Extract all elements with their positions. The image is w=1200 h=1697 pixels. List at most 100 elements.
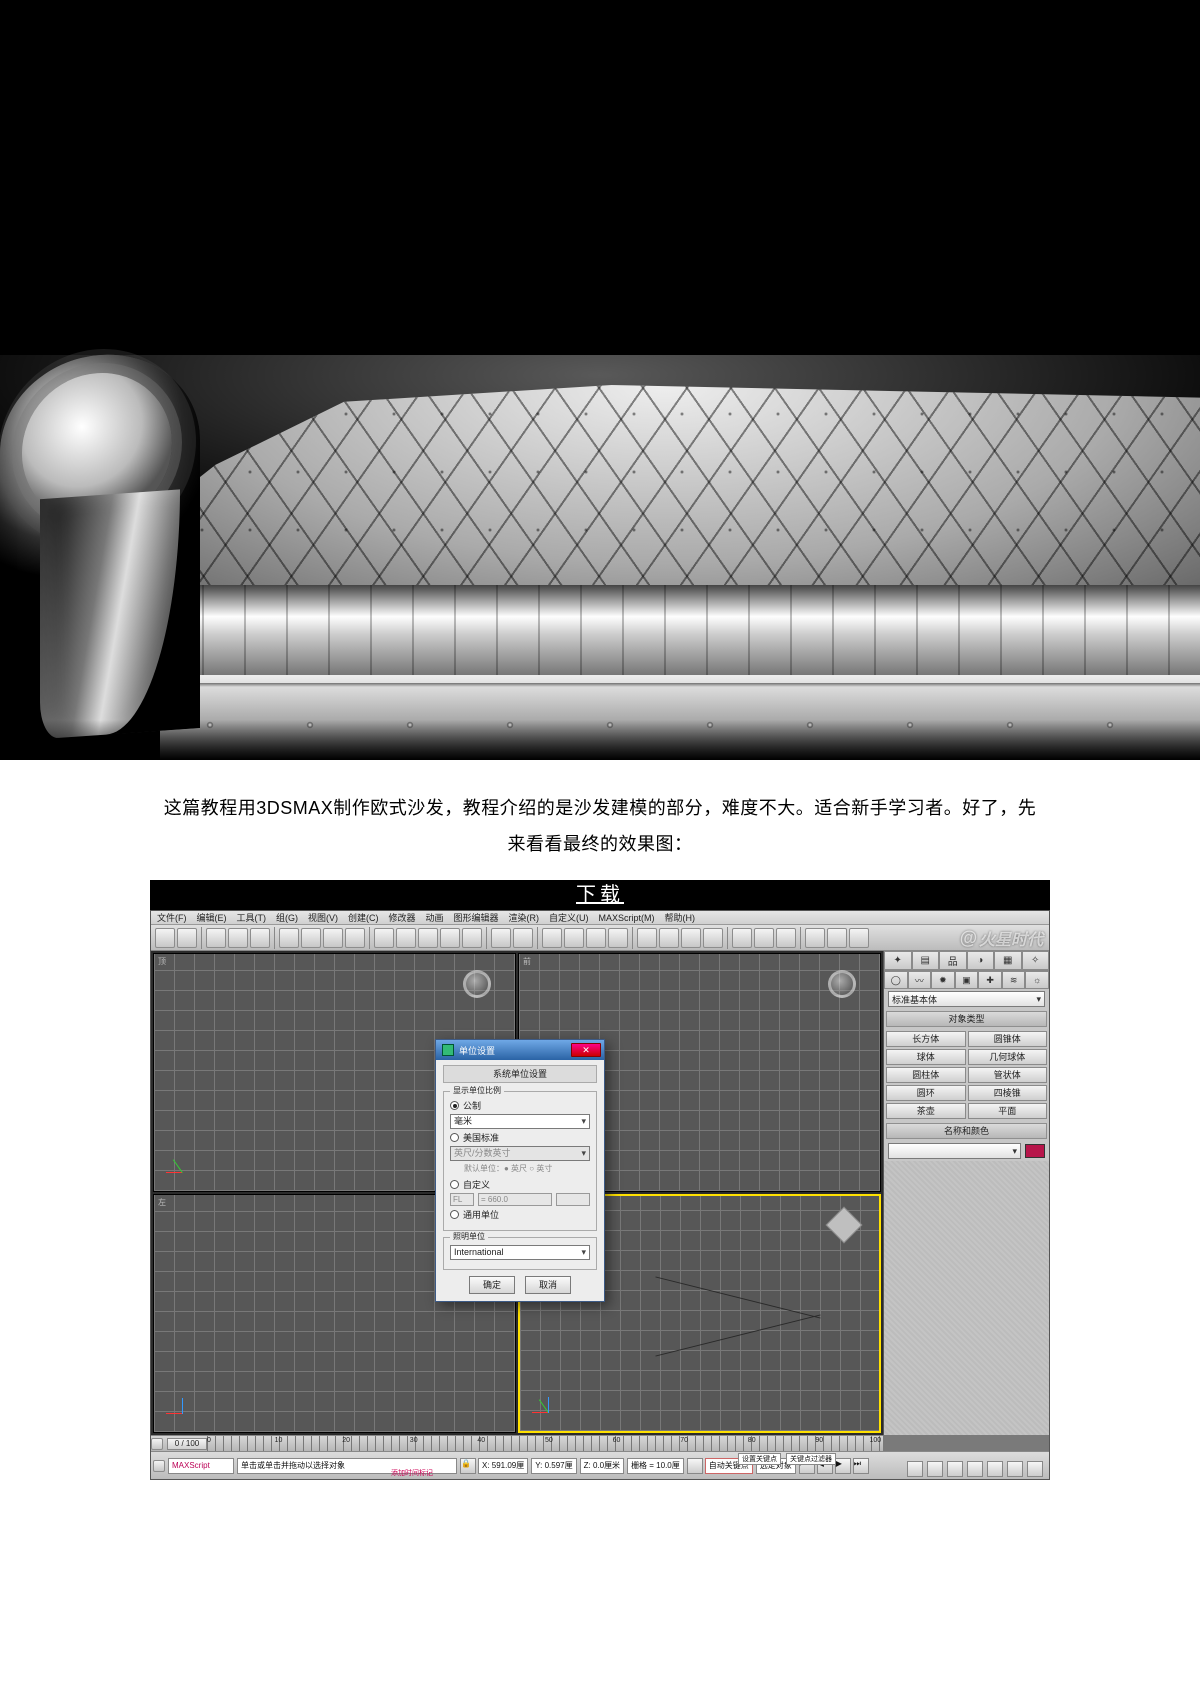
tb-scale[interactable] [418,928,438,948]
coord-x[interactable]: X: 591.09厘 [478,1458,528,1474]
tb-selname[interactable] [301,928,321,948]
custom-unit-select[interactable] [556,1193,590,1206]
tb-mated[interactable] [776,928,796,948]
sub-space[interactable]: ≋ [1002,971,1026,989]
sub-lights[interactable]: ✹ [931,971,955,989]
nav-zoom-icon[interactable] [927,1461,943,1477]
tb-layers[interactable] [703,928,723,948]
steering-wheel-icon[interactable] [828,970,856,998]
time-scrubber[interactable]: 0 / 100 [167,1438,207,1450]
menu-maxscript[interactable]: MAXScript(M) [599,913,655,923]
status-icon-a[interactable] [687,1458,703,1474]
tb-schem[interactable] [754,928,774,948]
tb-keymode[interactable] [513,928,533,948]
menubar[interactable]: 文件(F) 编辑(E) 工具(T) 组(G) 视图(V) 创建(C) 修改器 动… [151,911,1049,925]
obj-torus[interactable]: 圆环 [886,1085,966,1101]
nav-pan-icon[interactable] [907,1461,923,1477]
download-link[interactable]: 下载 [150,880,1050,910]
add-time-tag[interactable]: 添加时间标记 [391,1468,433,1478]
radio-generic-row[interactable]: 通用单位 [450,1208,590,1221]
lock-icon[interactable]: 🔒 [460,1458,476,1474]
tab-utilities[interactable]: ✧ [1022,951,1050,970]
nav-zoomext-icon[interactable] [987,1461,1003,1477]
tb-undo[interactable] [155,928,175,948]
system-unit-button[interactable]: 系统单位设置 [443,1065,597,1083]
sub-systems[interactable]: ☼ [1025,971,1049,989]
menu-anim[interactable]: 动画 [426,911,444,924]
radio-us-row[interactable]: 美国标准 [450,1131,590,1144]
menu-graph[interactable]: 图形编辑器 [454,911,499,924]
radio-custom[interactable] [450,1180,459,1189]
radio-metric-row[interactable]: 公制 [450,1099,590,1112]
nav-maxtoggle-icon[interactable] [1027,1461,1043,1477]
timeline-ticks[interactable]: 0 10 20 30 40 50 60 70 80 90 100 [207,1436,883,1451]
tb-unlink[interactable] [228,928,248,948]
tb-rendersetup[interactable] [805,928,825,948]
nav-zoomall-icon[interactable] [947,1461,963,1477]
ok-button[interactable]: 确定 [469,1276,515,1294]
tb-manip[interactable] [491,928,511,948]
menu-tools[interactable]: 工具(T) [237,911,267,924]
object-color-swatch[interactable] [1025,1144,1045,1158]
tb-select[interactable] [279,928,299,948]
tb-pivot[interactable] [462,928,482,948]
tb-mirror[interactable] [659,928,679,948]
menu-edit[interactable]: 编辑(E) [197,911,227,924]
menu-custom[interactable]: 自定义(U) [549,911,589,924]
obj-tube[interactable]: 管状体 [968,1067,1048,1083]
sub-cameras[interactable]: ▣ [955,971,979,989]
close-icon[interactable]: ✕ [571,1043,601,1057]
obj-plane[interactable]: 平面 [968,1103,1048,1119]
menu-views[interactable]: 视图(V) [308,911,338,924]
radio-generic[interactable] [450,1210,459,1219]
tb-link[interactable] [206,928,226,948]
command-panel[interactable]: ✦ ▤ 品 ◑ ▦ ✧ ◯ 〰 ✹ ▣ ✚ ≋ ☼ 标准基本体 对象类型 长方体… [883,951,1049,1435]
obj-sphere[interactable]: 球体 [886,1049,966,1065]
tb-align[interactable] [681,928,701,948]
tb-renderframe[interactable] [827,928,847,948]
custom-code-input[interactable]: FL [450,1193,474,1206]
sub-shapes[interactable]: 〰 [908,971,932,989]
status-expand-icon[interactable] [153,1460,165,1472]
keyfilter-button[interactable]: 关键点过滤器 [786,1453,836,1465]
tab-hierarchy[interactable]: 品 [939,951,967,970]
lighting-unit-select[interactable]: International [450,1245,590,1260]
sub-geometry[interactable]: ◯ [884,971,908,989]
custom-value-input[interactable]: = 660.0 [478,1193,552,1206]
tb-selregion[interactable] [323,928,343,948]
tb-editnamed[interactable] [637,928,657,948]
tb-bind[interactable] [250,928,270,948]
obj-pyramid[interactable]: 四棱锥 [968,1085,1048,1101]
obj-box[interactable]: 长方体 [886,1031,966,1047]
steering-wheel-icon[interactable] [463,970,491,998]
rollout-name-color[interactable]: 名称和颜色 [886,1123,1047,1139]
menu-help[interactable]: 帮助(H) [665,911,696,924]
obj-geosphere[interactable]: 几何球体 [968,1049,1048,1065]
setkey-button[interactable]: 设置关键点 [738,1453,781,1465]
radio-custom-row[interactable]: 自定义 [450,1178,590,1191]
tb-pctsnap[interactable] [586,928,606,948]
coord-z[interactable]: Z: 0.0厘米 [580,1458,624,1474]
menu-group[interactable]: 组(G) [276,911,298,924]
menu-modifiers[interactable]: 修改器 [389,911,416,924]
dialog-titlebar[interactable]: 单位设置 ✕ [436,1040,604,1060]
maxscript-label[interactable]: MAXScript [168,1458,234,1474]
tb-refcoord[interactable] [440,928,460,948]
menu-file[interactable]: 文件(F) [157,911,187,924]
tb-move[interactable] [374,928,394,948]
tab-motion[interactable]: ◑ [967,951,995,970]
tab-modify[interactable]: ▤ [912,951,940,970]
obj-cylinder[interactable]: 圆柱体 [886,1067,966,1083]
obj-cone[interactable]: 圆锥体 [968,1031,1048,1047]
tb-selfilter[interactable] [345,928,365,948]
tb-snap[interactable] [542,928,562,948]
rollout-object-type[interactable]: 对象类型 [886,1011,1047,1027]
primitive-category-select[interactable]: 标准基本体 [888,991,1045,1007]
radio-us[interactable] [450,1133,459,1142]
tb-rotate[interactable] [396,928,416,948]
viewcube-icon[interactable] [826,1207,863,1244]
timeline-left-icon[interactable] [151,1438,163,1450]
radio-metric[interactable] [450,1101,459,1110]
tab-create[interactable]: ✦ [884,951,912,970]
cancel-button[interactable]: 取消 [525,1276,571,1294]
